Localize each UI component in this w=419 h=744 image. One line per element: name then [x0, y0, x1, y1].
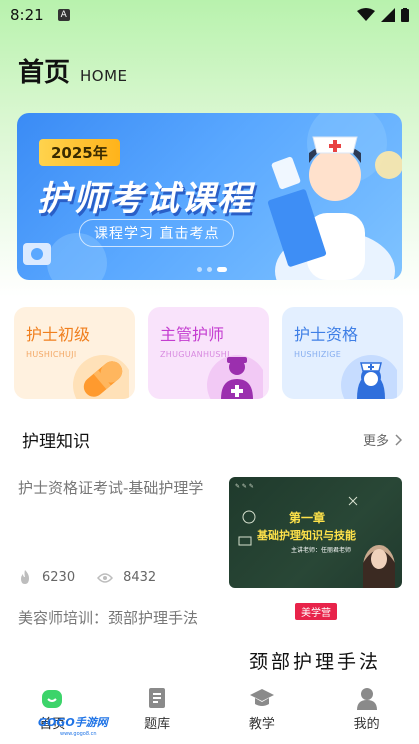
thumb-chapter: 第一章	[289, 511, 326, 525]
battery-icon	[401, 8, 409, 22]
card-title: 护士资格	[294, 325, 359, 344]
likes-count: 6230	[42, 570, 76, 585]
page-subtitle: HOME	[80, 67, 128, 85]
thumb-badge: 美学营	[295, 603, 337, 620]
article-thumbnail[interactable]: ✎ ✎ ✎ 第一章 基础护理知识与技能 主讲老师：任丽君老师	[229, 477, 402, 588]
nav-question-bank[interactable]: 题库	[105, 678, 210, 744]
more-link[interactable]: 更多	[363, 430, 402, 449]
banner-carousel[interactable]: 2025年 护师考试课程 课程学习 直击考点	[17, 113, 402, 280]
likes-stat: 6230	[18, 570, 75, 585]
article-stats: 6230 8432	[18, 570, 178, 585]
carousel-dot-active	[217, 267, 227, 272]
nurse-icon	[341, 355, 397, 399]
doctor-icon	[207, 355, 263, 399]
notification-icon: A	[57, 9, 70, 21]
nav-label: 教学	[248, 717, 275, 732]
article-title[interactable]: 美容师培训：颈部护理手法	[18, 606, 213, 630]
nav-teaching[interactable]: 教学	[210, 678, 315, 744]
chevron-right-icon	[395, 433, 402, 446]
nav-label: 我的	[353, 717, 380, 732]
carousel-dot	[207, 267, 212, 272]
capsule-icon	[73, 355, 129, 399]
section-header: 护理知识 更多	[22, 427, 402, 452]
wifi-icon	[357, 8, 375, 21]
status-bar: 8:21 A	[0, 0, 419, 30]
chalk-text: ✎ ✎ ✎	[235, 483, 254, 490]
fire-icon	[21, 570, 29, 584]
watermark-logo: GOGO手游网	[38, 716, 108, 729]
graduation-cap-icon	[249, 689, 274, 706]
article-thumbnail[interactable]: 美学营 颈部护理手法	[229, 603, 402, 673]
user-icon	[356, 688, 377, 710]
thumb-lecturer: 主讲老师：任丽君老师	[291, 547, 352, 554]
section-title: 护理知识	[22, 432, 90, 452]
page-header: 首页 HOME	[18, 52, 128, 89]
category-card-zhuguanhushi[interactable]: 主管护师 ZHUGUANHUSHI	[148, 307, 269, 399]
views-count: 8432	[123, 570, 157, 585]
banner-year-tag: 2025年	[39, 139, 120, 166]
thumb-text: 颈部护理手法	[249, 651, 382, 673]
carousel-indicator	[197, 267, 227, 272]
carousel-dot	[197, 267, 202, 272]
category-card-hushichuji[interactable]: 护士初级 HUSHICHUJI	[14, 307, 135, 399]
thumb-headline: 基础护理知识与技能	[257, 529, 356, 542]
category-cards: 护士初级 HUSHICHUJI 主管护师 ZHUGUANHUSHI 护士资格 H…	[14, 307, 403, 399]
status-icons	[357, 8, 409, 22]
category-card-hushizige[interactable]: 护士资格 HUSHIZIGE	[282, 307, 403, 399]
watermark-site: www.gogo8.cn	[60, 731, 97, 737]
home-icon	[42, 690, 63, 708]
banner-subtitle: 课程学习 直击考点	[79, 219, 235, 247]
status-time: 8:21	[10, 6, 44, 24]
eye-icon	[97, 572, 114, 583]
article-title[interactable]: 护士资格证考试-基础护理学	[18, 476, 213, 500]
card-title: 护士初级	[26, 325, 91, 344]
nav-mine[interactable]: 我的	[314, 678, 419, 744]
page-title: 首页	[18, 58, 71, 88]
nav-label: 题库	[144, 717, 171, 732]
question-bank-icon	[149, 688, 166, 708]
views-stat: 8432	[97, 570, 156, 585]
signal-icon	[381, 8, 395, 22]
more-label: 更多	[362, 434, 389, 449]
banner-title: 护师考试课程	[37, 179, 253, 219]
card-title: 主管护师	[160, 325, 225, 344]
